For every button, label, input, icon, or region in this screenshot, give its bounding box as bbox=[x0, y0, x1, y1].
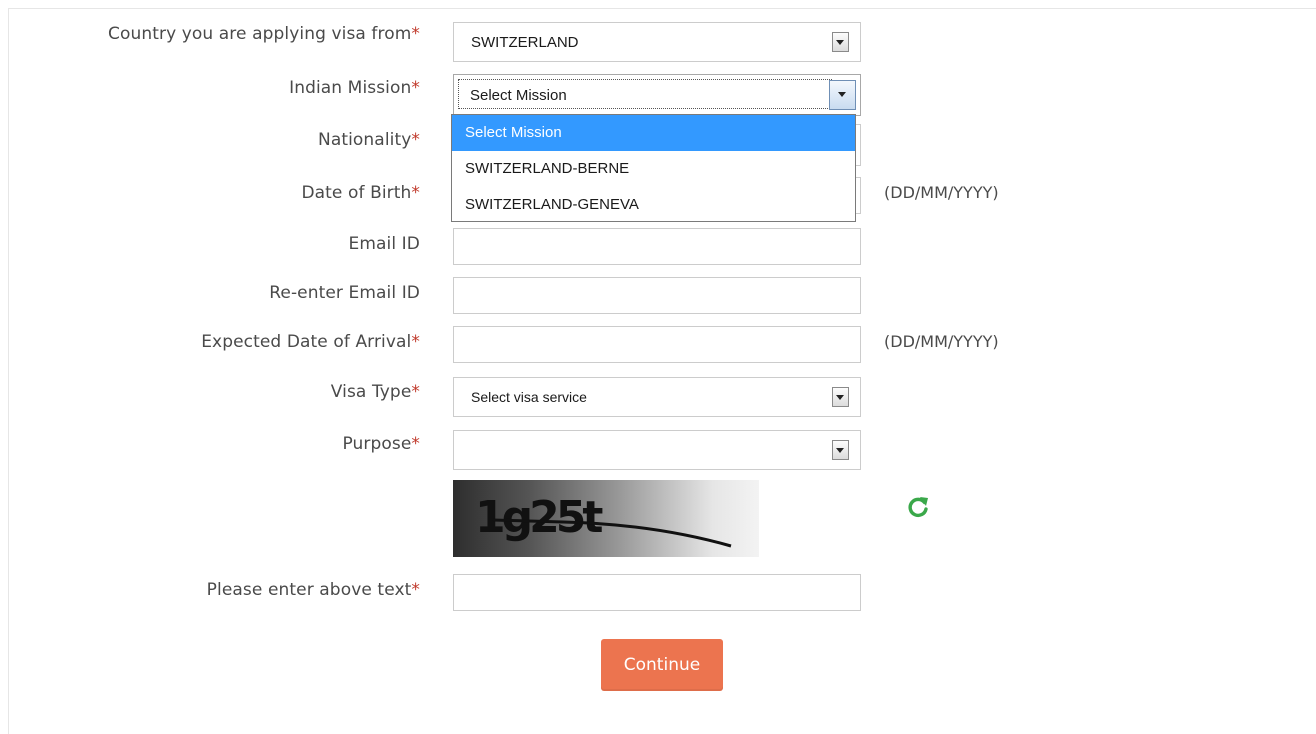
chevron-down-icon[interactable] bbox=[832, 440, 849, 460]
country-select-value: SWITZERLAND bbox=[471, 34, 579, 51]
captcha-input-label: Please enter above text* bbox=[206, 580, 420, 600]
required-marker: * bbox=[411, 78, 420, 98]
mission-select[interactable]: Select Mission bbox=[453, 74, 861, 116]
email-input[interactable] bbox=[453, 228, 861, 265]
required-marker: * bbox=[411, 434, 420, 454]
required-marker: * bbox=[411, 24, 420, 44]
country-label: Country you are applying visa from* bbox=[108, 24, 420, 44]
mission-option-geneva[interactable]: SWITZERLAND-GENEVA bbox=[452, 187, 855, 223]
captcha-input[interactable] bbox=[453, 574, 861, 611]
continue-button[interactable]: Continue bbox=[601, 639, 723, 691]
mission-label: Indian Mission* bbox=[289, 78, 420, 98]
required-marker: * bbox=[411, 580, 420, 600]
arrival-format-hint: (DD/MM/YYYY) bbox=[884, 332, 999, 351]
captcha-noise-line bbox=[492, 518, 732, 548]
dob-format-hint: (DD/MM/YYYY) bbox=[884, 183, 999, 202]
arrival-input[interactable] bbox=[453, 326, 861, 363]
visa-type-select[interactable]: Select visa service bbox=[453, 377, 861, 417]
chevron-down-icon[interactable] bbox=[832, 32, 849, 52]
refresh-icon[interactable] bbox=[905, 494, 931, 520]
required-marker: * bbox=[411, 332, 420, 352]
mission-select-value: Select Mission bbox=[470, 87, 567, 104]
purpose-select[interactable] bbox=[453, 430, 861, 470]
chevron-down-icon[interactable] bbox=[829, 80, 856, 110]
dob-label: Date of Birth* bbox=[301, 183, 420, 203]
required-marker: * bbox=[411, 382, 420, 402]
nationality-label: Nationality* bbox=[318, 130, 420, 150]
arrival-label: Expected Date of Arrival* bbox=[201, 332, 420, 352]
visa-type-label: Visa Type* bbox=[330, 382, 420, 402]
email-label: Email ID bbox=[348, 234, 420, 254]
mission-option-berne[interactable]: SWITZERLAND-BERNE bbox=[452, 151, 855, 187]
visa-type-select-value: Select visa service bbox=[471, 389, 587, 405]
email-confirm-input[interactable] bbox=[453, 277, 861, 314]
required-marker: * bbox=[411, 130, 420, 150]
required-marker: * bbox=[411, 183, 420, 203]
email-confirm-label: Re-enter Email ID bbox=[269, 283, 420, 303]
country-select[interactable]: SWITZERLAND bbox=[453, 22, 861, 62]
mission-dropdown-list: Select Mission SWITZERLAND-BERNE SWITZER… bbox=[451, 114, 856, 222]
purpose-label: Purpose* bbox=[342, 434, 420, 454]
captcha-image: 1g25t bbox=[453, 480, 759, 557]
chevron-down-icon[interactable] bbox=[832, 387, 849, 407]
mission-option-select[interactable]: Select Mission bbox=[452, 115, 855, 151]
